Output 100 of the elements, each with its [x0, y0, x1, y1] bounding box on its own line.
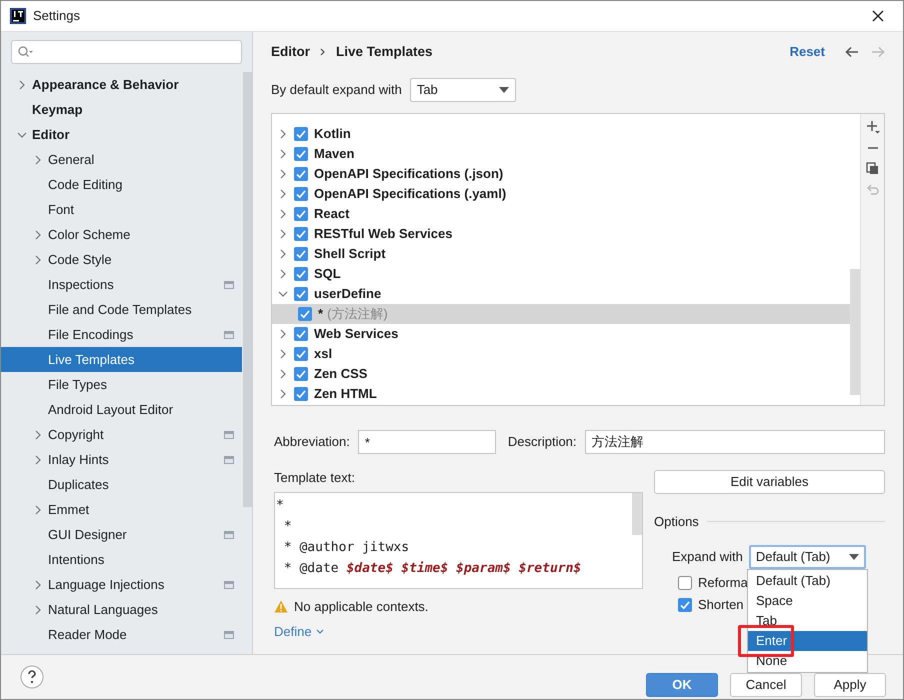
chevron-right-icon[interactable] — [33, 230, 43, 240]
sidebar-item[interactable]: Appearance & Behavior — [1, 72, 242, 97]
chevron-right-icon[interactable] — [33, 580, 43, 590]
sidebar-item[interactable]: Code Style — [1, 247, 242, 272]
template-tree-row[interactable]: SQL — [272, 264, 850, 284]
checkbox[interactable] — [294, 207, 308, 221]
sidebar-item[interactable]: File Types — [1, 372, 242, 397]
copy-icon[interactable] — [866, 162, 879, 175]
chevron-right-icon[interactable] — [278, 249, 288, 259]
edit-variables-button[interactable]: Edit variables — [654, 470, 885, 494]
chevron-right-icon[interactable] — [278, 149, 288, 159]
template-tree-row[interactable]: Shell Script — [272, 244, 850, 264]
checkbox[interactable] — [298, 307, 312, 321]
sidebar-item[interactable]: Editor — [1, 122, 242, 147]
checkbox[interactable] — [678, 576, 692, 590]
expand-key-dropdown[interactable]: Tab — [410, 78, 516, 102]
template-tree-row[interactable]: xsl — [272, 344, 850, 364]
checkbox[interactable] — [294, 227, 308, 241]
chevron-right-icon[interactable] — [33, 604, 43, 614]
checkbox[interactable] — [294, 327, 308, 341]
add-icon[interactable] — [866, 120, 880, 134]
checkbox[interactable] — [294, 167, 308, 181]
chevron-right-icon[interactable] — [278, 269, 288, 279]
checkbox[interactable] — [294, 127, 308, 141]
scrollbar[interactable] — [632, 492, 642, 534]
template-tree-row[interactable]: Zen CSS — [272, 364, 850, 384]
template-tree-row[interactable]: * (方法注解) — [272, 304, 850, 324]
close-icon[interactable] — [872, 10, 884, 22]
template-tree-row[interactable]: userDefine — [272, 284, 850, 304]
checkbox[interactable] — [294, 187, 308, 201]
scrollbar[interactable] — [850, 269, 860, 395]
sidebar-item[interactable]: GUI Designer — [1, 522, 242, 547]
menu-option[interactable]: Default (Tab) — [748, 571, 867, 591]
description-field[interactable]: 方法注解 — [584, 430, 885, 454]
sidebar-item[interactable]: Android Layout Editor — [1, 397, 242, 422]
chevron-right-icon[interactable] — [33, 154, 43, 164]
chevron-right-icon[interactable] — [278, 229, 288, 239]
checkbox[interactable] — [678, 598, 692, 612]
template-tree-row[interactable]: Zen HTML — [272, 384, 850, 404]
menu-option[interactable]: Tab — [748, 611, 867, 631]
checkbox[interactable] — [294, 267, 308, 281]
expand-with-dropdown[interactable]: Default (Tab) — [748, 544, 866, 568]
sidebar-item[interactable]: Keymap — [1, 97, 242, 122]
sidebar-item[interactable]: General — [1, 147, 242, 172]
sidebar-item[interactable]: Code Editing — [1, 172, 242, 197]
sidebar-item[interactable]: Color Scheme — [1, 222, 242, 247]
chevron-right-icon[interactable] — [278, 129, 288, 139]
dialog-button[interactable]: Cancel — [730, 673, 802, 697]
sidebar-item[interactable]: Duplicates — [1, 472, 242, 497]
menu-option[interactable]: None — [748, 651, 867, 671]
checkbox[interactable] — [294, 287, 308, 301]
chevron-right-icon[interactable] — [278, 369, 288, 379]
chevron-right-icon[interactable] — [278, 389, 288, 399]
breadcrumb-item[interactable]: Editor — [271, 42, 310, 62]
sidebar-item[interactable]: Inspections — [1, 272, 242, 297]
sidebar-item[interactable]: Live Templates — [1, 347, 242, 372]
search-field[interactable] — [11, 40, 242, 64]
chevron-right-icon[interactable] — [278, 349, 288, 359]
chevron-right-icon[interactable] — [278, 169, 288, 179]
sidebar-item[interactable]: Intentions — [1, 547, 242, 572]
chevron-right-icon[interactable] — [33, 430, 43, 440]
help-icon[interactable] — [20, 665, 44, 689]
checkbox[interactable] — [294, 387, 308, 401]
sidebar-item[interactable]: Copyright — [1, 422, 242, 447]
chevron-down-icon[interactable] — [278, 289, 288, 299]
chevron-right-icon[interactable] — [278, 189, 288, 199]
menu-option[interactable]: Enter — [748, 631, 867, 651]
checkbox[interactable] — [294, 367, 308, 381]
sidebar-item[interactable]: Language Injections — [1, 572, 242, 597]
template-tree-row[interactable]: Web Services — [272, 324, 850, 344]
scrollbar[interactable] — [243, 72, 253, 507]
chevron-down-icon[interactable] — [17, 130, 27, 140]
template-tree-row[interactable]: React — [272, 204, 850, 224]
checkbox[interactable] — [294, 347, 308, 361]
back-arrow-icon[interactable] — [845, 46, 859, 58]
sidebar-item[interactable]: Reader Mode — [1, 622, 242, 647]
sidebar-item[interactable]: File Encodings — [1, 322, 242, 347]
template-tree-row[interactable]: Kotlin — [272, 124, 850, 144]
template-tree-row[interactable]: RESTful Web Services — [272, 224, 850, 244]
chevron-right-icon[interactable] — [278, 329, 288, 339]
dialog-button[interactable]: Apply — [814, 673, 886, 697]
sidebar-item[interactable]: Emmet — [1, 497, 242, 522]
checkbox[interactable] — [294, 247, 308, 261]
chevron-right-icon[interactable] — [278, 209, 288, 219]
abbreviation-field[interactable]: * — [358, 430, 496, 454]
template-tree-row[interactable]: OpenAPI Specifications (.yaml) — [272, 184, 850, 204]
sidebar-item[interactable]: Inlay Hints — [1, 447, 242, 472]
reset-link[interactable]: Reset — [790, 42, 825, 62]
chevron-right-icon[interactable] — [33, 254, 43, 264]
sidebar-item[interactable]: Font — [1, 197, 242, 222]
template-tree-row[interactable]: Maven — [272, 144, 850, 164]
menu-option[interactable]: Space — [748, 591, 867, 611]
chevron-right-icon[interactable] — [17, 80, 27, 90]
sidebar-item[interactable]: File and Code Templates — [1, 297, 242, 322]
chevron-right-icon[interactable] — [33, 504, 43, 514]
sidebar-item[interactable]: Natural Languages — [1, 597, 242, 622]
template-text-editor[interactable]: * * * @author jitwxs * @date $date$ $time$ $param$ $return$ — [274, 492, 643, 588]
template-tree-row[interactable]: OpenAPI Specifications (.json) — [272, 164, 850, 184]
define-link[interactable]: Define — [274, 622, 324, 642]
checkbox[interactable] — [294, 147, 308, 161]
